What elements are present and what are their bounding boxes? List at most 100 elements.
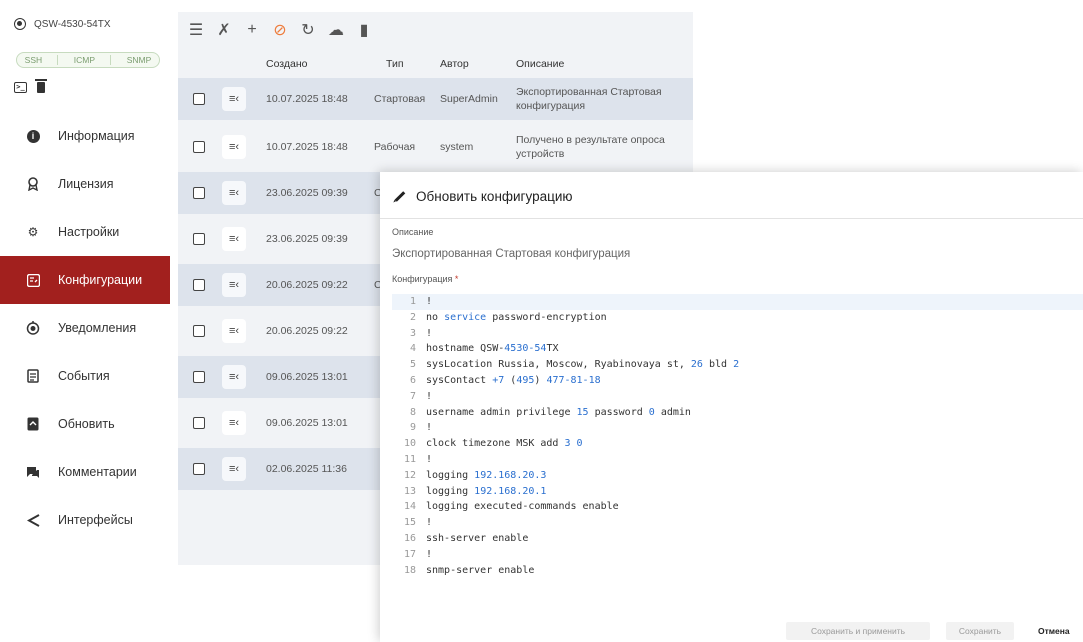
code-line[interactable]: 5 sysLocation Russia, Moscow, Ryabinovaya… bbox=[392, 357, 1083, 373]
sidebar: QSW-4530-54TX SSH ICMP SNMP >_ i Информа… bbox=[0, 0, 170, 565]
sidebar-item-label: Конфигурации bbox=[58, 273, 143, 287]
row-menu-icon[interactable]: ≡‹ bbox=[222, 227, 246, 251]
code-line[interactable]: 10 clock timezone MSK add 3 0 bbox=[392, 436, 1083, 452]
row-menu-icon[interactable]: ≡‹ bbox=[222, 411, 246, 435]
table-row[interactable]: ≡‹ 10.07.2025 18:48 Рабочая system Получ… bbox=[178, 126, 693, 168]
code-text: ! bbox=[426, 327, 433, 339]
column-header-author[interactable]: Автор bbox=[440, 58, 469, 70]
code-text: no service password-encryption bbox=[426, 311, 607, 323]
code-line[interactable]: 7! bbox=[392, 389, 1083, 405]
sidebar-item-label: Настройки bbox=[58, 225, 120, 239]
row-checkbox[interactable] bbox=[193, 463, 205, 475]
table-row[interactable]: ≡‹ 10.07.2025 18:48 Стартовая SuperAdmin… bbox=[178, 78, 693, 120]
line-number: 17 bbox=[403, 548, 416, 560]
cancel-button[interactable]: Отмена bbox=[1038, 622, 1083, 640]
code-line[interactable]: 1! bbox=[392, 294, 1083, 310]
row-checkbox[interactable] bbox=[193, 233, 205, 245]
row-menu-icon[interactable]: ≡‹ bbox=[222, 319, 246, 343]
sidebar-item-label: Уведомления bbox=[58, 321, 137, 335]
code-line[interactable]: 6 sysContact +7 (495) 477-81-18 bbox=[392, 373, 1083, 389]
line-number: 12 bbox=[403, 469, 416, 481]
row-checkbox[interactable] bbox=[193, 325, 205, 337]
line-number: 11 bbox=[403, 453, 416, 465]
sidebar-tools: >_ bbox=[14, 79, 47, 93]
terminal-icon[interactable]: >_ bbox=[14, 82, 27, 93]
row-menu-icon[interactable]: ≡‹ bbox=[222, 365, 246, 389]
column-header-description[interactable]: Описание bbox=[516, 58, 564, 70]
row-menu-icon[interactable]: ≡‹ bbox=[222, 181, 246, 205]
gear-icon: ⚙ bbox=[27, 225, 39, 239]
delete-icon[interactable]: ▮ bbox=[356, 20, 372, 40]
code-line[interactable]: 12 logging 192.168.20.3 bbox=[392, 468, 1083, 484]
code-line[interactable]: 8 username admin privilege 15 password 0 … bbox=[392, 405, 1083, 421]
line-number: 3 bbox=[409, 327, 416, 339]
sidebar-item-update[interactable]: Обновить bbox=[0, 400, 170, 448]
code-text: username admin privilege 15 password 0 a… bbox=[426, 406, 691, 418]
sidebar-item-interfaces[interactable]: Интерфейсы bbox=[0, 496, 170, 544]
compare-icon[interactable]: ⊘ bbox=[272, 20, 288, 40]
filter-icon[interactable]: ☰ bbox=[188, 20, 204, 40]
code-line[interactable]: 16 ssh-server enable bbox=[392, 531, 1083, 547]
row-menu-icon[interactable]: ≡‹ bbox=[222, 273, 246, 297]
code-line[interactable]: 3! bbox=[392, 326, 1083, 342]
sidebar-item-info[interactable]: i Информация bbox=[0, 112, 170, 160]
add-icon[interactable]: + bbox=[244, 21, 260, 39]
protocol-separator bbox=[110, 55, 112, 65]
code-line[interactable]: 13 logging 192.168.20.1 bbox=[392, 484, 1083, 500]
cloud-upload-icon[interactable]: ☁ bbox=[328, 20, 344, 40]
code-line[interactable]: 15! bbox=[392, 515, 1083, 531]
table-toolbar: ☰ ✗ + ⊘ ↻ ☁ ▮ bbox=[188, 20, 372, 40]
clear-filter-icon[interactable]: ✗ bbox=[216, 20, 232, 40]
row-checkbox[interactable] bbox=[193, 371, 205, 383]
sidebar-item-notifications[interactable]: Уведомления bbox=[0, 304, 170, 352]
comments-icon bbox=[26, 465, 40, 479]
code-line[interactable]: 18 snmp-server enable bbox=[392, 563, 1083, 579]
sidebar-item-settings[interactable]: ⚙ Настройки bbox=[0, 208, 170, 256]
protocol-snmp[interactable]: SNMP bbox=[127, 55, 152, 65]
protocol-icmp[interactable]: ICMP bbox=[74, 55, 95, 65]
protocol-ssh[interactable]: SSH bbox=[25, 55, 42, 65]
column-header-created[interactable]: Создано bbox=[266, 58, 308, 70]
sidebar-item-license[interactable]: Лицензия bbox=[0, 160, 170, 208]
info-icon: i bbox=[26, 129, 40, 143]
trash-icon[interactable] bbox=[35, 79, 47, 93]
save-button[interactable]: Сохранить bbox=[946, 622, 1014, 640]
description-field[interactable]: Экспортированная Стартовая конфигурация bbox=[392, 248, 630, 260]
line-number: 7 bbox=[409, 390, 416, 402]
cell-created: 10.07.2025 18:48 bbox=[266, 93, 348, 105]
code-text: snmp-server enable bbox=[426, 564, 535, 576]
row-checkbox[interactable] bbox=[193, 141, 205, 153]
row-menu-icon[interactable]: ≡‹ bbox=[222, 135, 246, 159]
cell-author: system bbox=[440, 141, 474, 153]
column-header-type[interactable]: Тип bbox=[386, 58, 404, 70]
code-text: clock timezone MSK add 3 0 bbox=[426, 438, 583, 450]
line-number: 10 bbox=[403, 438, 416, 450]
row-checkbox[interactable] bbox=[193, 279, 205, 291]
sidebar-item-label: Информация bbox=[58, 129, 135, 143]
row-checkbox[interactable] bbox=[193, 417, 205, 429]
cell-created: 10.07.2025 18:48 bbox=[266, 141, 348, 153]
sidebar-item-label: Лицензия bbox=[58, 177, 114, 191]
code-line[interactable]: 2 no service password-encryption bbox=[392, 310, 1083, 326]
row-menu-icon[interactable]: ≡‹ bbox=[222, 87, 246, 111]
code-line[interactable]: 11! bbox=[392, 452, 1083, 468]
cell-created: 20.06.2025 09:22 bbox=[266, 279, 348, 291]
code-line[interactable]: 4 hostname QSW-4530-54TX bbox=[392, 341, 1083, 357]
sidebar-item-comments[interactable]: Комментарии bbox=[0, 448, 170, 496]
row-menu-icon[interactable]: ≡‹ bbox=[222, 457, 246, 481]
cell-created: 09.06.2025 13:01 bbox=[266, 371, 348, 383]
config-code-editor[interactable]: 1! 2 no service password-encryption 3! 4 host… bbox=[392, 294, 1083, 594]
save-and-apply-button[interactable]: Сохранить и применить bbox=[786, 622, 930, 640]
sidebar-item-events[interactable]: События bbox=[0, 352, 170, 400]
cell-created: 20.06.2025 09:22 bbox=[266, 325, 348, 337]
code-line[interactable]: 9! bbox=[392, 420, 1083, 436]
sidebar-item-configurations[interactable]: Конфигурации bbox=[0, 256, 170, 304]
cell-created: 23.06.2025 09:39 bbox=[266, 233, 348, 245]
row-checkbox[interactable] bbox=[193, 187, 205, 199]
refresh-icon[interactable]: ↻ bbox=[300, 20, 316, 40]
update-icon bbox=[26, 417, 40, 431]
code-line[interactable]: 17! bbox=[392, 547, 1083, 563]
code-line[interactable]: 14 logging executed-commands enable bbox=[392, 499, 1083, 515]
row-checkbox[interactable] bbox=[193, 93, 205, 105]
protocol-badges: SSH ICMP SNMP bbox=[16, 52, 160, 68]
